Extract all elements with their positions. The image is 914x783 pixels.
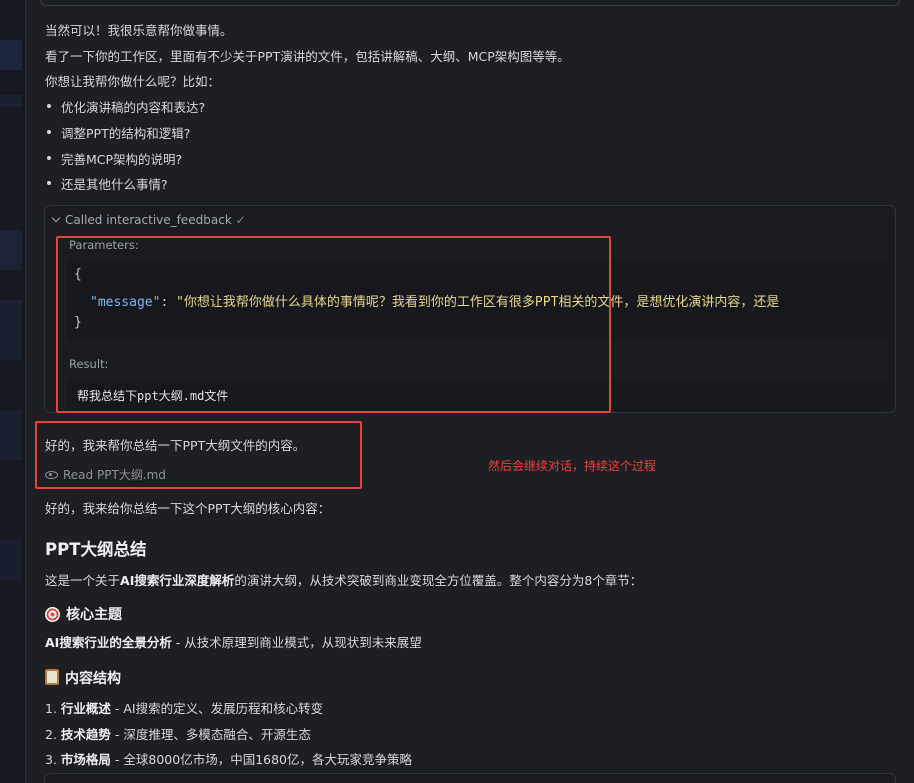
bullet-dot [47, 130, 51, 134]
item-title: 行业概述 [60, 701, 111, 716]
highlight-box-tool-call [56, 236, 611, 413]
core-theme-heading-text: 核心主题 [66, 607, 122, 623]
list-item: 完善MCP架构的说明? [61, 152, 183, 167]
core-bold: AI搜索行业的全景分析 [45, 635, 172, 650]
read-file-indicator[interactable]: Read PPT大纲.md [45, 466, 166, 483]
summary-description: 这是一个关于AI搜索行业深度解析的演讲大纲，从技术突破到商业变现全方位覆盖。整个… [45, 570, 642, 589]
structure-heading: 内容结构 [45, 668, 121, 688]
list-item: 优化演讲稿的内容和表达? [61, 100, 206, 115]
target-icon [45, 606, 60, 622]
panel-divider [25, 0, 26, 783]
bullet-dot [47, 181, 51, 185]
intro-line-3: 你想让我帮你做什么呢？比如： [45, 74, 221, 89]
left-gutter [0, 0, 25, 783]
item-desc: - AI搜索的定义、发展历程和核心转变 [110, 701, 324, 716]
tool-call-header[interactable]: Called interactive_feedback ✓ [51, 213, 246, 227]
intro-line-2: 看了一下你的工作区，里面有不少关于PPT演讲的文件，包括讲解稿、大纲、MCP架构… [45, 49, 570, 64]
item-number: 1. [45, 701, 61, 716]
intro-line-1: 当然可以！我很乐意帮你做事情。 [45, 23, 233, 38]
structure-heading-text: 内容结构 [65, 671, 121, 687]
eye-icon [45, 470, 58, 479]
check-icon: ✓ [235, 213, 246, 227]
bullet-dot [47, 156, 51, 160]
desc-bold: AI搜索行业深度解析 [120, 573, 235, 588]
core-theme-text: AI搜索行业的全景分析 - 从技术原理到商业模式，从现状到未来展望 [45, 632, 422, 651]
list-item: 1. 行业概述 - AI搜索的定义、发展历程和核心转变 [45, 698, 323, 717]
reply-line-2: 好的，我来给你总结一下这个PPT大纲的核心内容： [45, 501, 331, 516]
list-item: 3. 市场格局 - 全球8000亿市场，中国1680亿，各大玩家竞争策略 [45, 749, 412, 768]
annotation-text: 然后会继续对话，持续这个过程 [488, 459, 657, 473]
summary-title: PPT大纲总结 [45, 540, 147, 559]
read-file-label: Read PPT大纲.md [63, 468, 166, 482]
reply-line-1: 好的，我来帮你总结一下PPT大纲文件的内容。 [45, 438, 306, 453]
core-rest: - 从技术原理到商业模式，从现状到未来展望 [171, 635, 422, 650]
item-title: 技术趋势 [60, 727, 111, 742]
tool-call-name: Called interactive_feedback [65, 213, 232, 227]
item-number: 3. [45, 752, 61, 767]
item-number: 2. [45, 727, 61, 742]
previous-message-card [40, 0, 900, 6]
list-item: 调整PPT的结构和逻辑? [61, 126, 191, 141]
list-item: 还是其他什么事情? [61, 177, 168, 192]
item-desc: - 深度推理、多模态融合、开源生态 [110, 727, 311, 742]
desc-post: 的演讲大纲，从技术突破到商业变现全方位覆盖。整个内容分为8个章节： [234, 573, 643, 588]
chevron-down-icon [51, 213, 61, 223]
bullet-dot [47, 104, 51, 108]
item-title: 市场格局 [60, 752, 111, 767]
next-card [44, 773, 896, 783]
desc-pre: 这是一个关于 [45, 573, 121, 588]
clipboard-icon [45, 669, 59, 685]
list-item: 2. 技术趋势 - 深度推理、多模态融合、开源生态 [45, 724, 311, 743]
item-desc: - 全球8000亿市场，中国1680亿，各大玩家竞争策略 [110, 752, 413, 767]
core-theme-heading: 核心主题 [45, 604, 122, 624]
